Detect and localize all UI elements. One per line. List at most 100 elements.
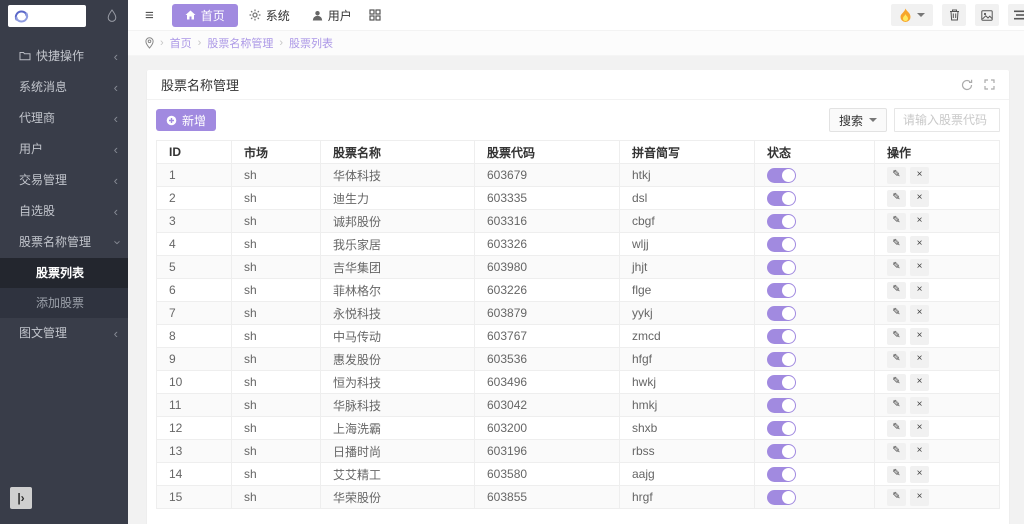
search-input[interactable]	[894, 108, 1000, 132]
status-toggle[interactable]	[767, 283, 796, 298]
delete-button[interactable]: ×	[910, 351, 929, 368]
delete-button[interactable]: ×	[910, 443, 929, 460]
status-toggle[interactable]	[767, 375, 796, 390]
toggle-knob	[782, 468, 795, 481]
status-toggle[interactable]	[767, 352, 796, 367]
main-area: ≡ 首页 系统用户	[128, 0, 1024, 524]
add-button[interactable]: 新增	[156, 109, 216, 131]
sidebar-item-label: 代理商	[19, 111, 55, 125]
nav-item-label: 系统	[266, 7, 290, 24]
nav-item-2[interactable]: 用户	[301, 0, 363, 30]
cell-market: sh	[232, 394, 321, 417]
delete-button[interactable]: ×	[910, 466, 929, 483]
sidebar-item-7[interactable]: 图文管理‹	[0, 318, 128, 349]
sidebar-item-0[interactable]: 快捷操作‹	[0, 41, 128, 72]
apps-grid-icon[interactable]	[369, 9, 381, 21]
delete-button[interactable]: ×	[910, 282, 929, 299]
edit-button[interactable]: ✎	[887, 328, 906, 345]
status-toggle[interactable]	[767, 306, 796, 321]
edit-button[interactable]: ✎	[887, 397, 906, 414]
status-toggle[interactable]	[767, 398, 796, 413]
status-toggle[interactable]	[767, 421, 796, 436]
status-toggle[interactable]	[767, 168, 796, 183]
cell-market: sh	[232, 325, 321, 348]
cell-code: 603679	[475, 164, 620, 187]
cell-status	[755, 210, 875, 233]
theme-flame-button[interactable]	[891, 4, 933, 26]
add-button-label: 新增	[182, 112, 206, 129]
delete-button[interactable]: ×	[910, 328, 929, 345]
sidebar-item-1[interactable]: 系统消息‹	[0, 72, 128, 103]
card-title: 股票名称管理	[161, 75, 239, 94]
delete-button[interactable]: ×	[910, 489, 929, 506]
status-toggle[interactable]	[767, 444, 796, 459]
breadcrumb-link-1[interactable]: 股票名称管理	[207, 35, 273, 51]
cell-code: 603226	[475, 279, 620, 302]
breadcrumb-link-0[interactable]: 首页	[170, 35, 192, 51]
app-logo[interactable]	[8, 5, 86, 27]
delete-button[interactable]: ×	[910, 420, 929, 437]
breadcrumb-link-2[interactable]: 股票列表	[289, 35, 333, 51]
sidebar-item-2[interactable]: 代理商‹	[0, 103, 128, 134]
droplet-icon[interactable]	[107, 9, 117, 27]
refresh-icon[interactable]	[961, 79, 973, 91]
delete-button[interactable]: ×	[910, 374, 929, 391]
status-toggle[interactable]	[767, 490, 796, 505]
edit-button[interactable]: ✎	[887, 305, 906, 322]
edit-button[interactable]: ✎	[887, 351, 906, 368]
sidebar-logo-bar	[0, 0, 128, 32]
edit-button[interactable]: ✎	[887, 374, 906, 391]
hamburger-icon[interactable]: ≡	[145, 8, 154, 23]
edit-button[interactable]: ✎	[887, 190, 906, 207]
card-tools	[961, 79, 995, 91]
cell-pinyin: shxb	[620, 417, 755, 440]
edit-button[interactable]: ✎	[887, 282, 906, 299]
status-toggle[interactable]	[767, 260, 796, 275]
table-header-row: ID市场股票名称股票代码拼音简写状态操作	[157, 141, 1000, 164]
edit-button[interactable]: ✎	[887, 489, 906, 506]
status-toggle[interactable]	[767, 191, 796, 206]
sidebar-subitem-6-1[interactable]: 添加股票	[0, 288, 128, 318]
delete-button[interactable]: ×	[910, 190, 929, 207]
edit-button[interactable]: ✎	[887, 259, 906, 276]
sidebar-collapse-button[interactable]: |›	[10, 487, 32, 509]
delete-button[interactable]: ×	[910, 213, 929, 230]
sidebar-item-3[interactable]: 用户‹	[0, 134, 128, 165]
table-row: 5sh吉华集团603980jhjt✎×	[157, 256, 1000, 279]
fullscreen-icon[interactable]	[984, 79, 995, 90]
edit-button[interactable]: ✎	[887, 443, 906, 460]
delete-button[interactable]: ×	[910, 167, 929, 184]
cell-status	[755, 187, 875, 210]
edit-button[interactable]: ✎	[887, 420, 906, 437]
cell-name: 恒为科技	[321, 371, 475, 394]
card-body: 新增 搜索	[147, 100, 1009, 517]
status-toggle[interactable]	[767, 467, 796, 482]
sidebar-subitem-6-0[interactable]: 股票列表	[0, 258, 128, 288]
sidebar-item-6[interactable]: 股票名称管理‹	[0, 227, 128, 258]
edit-button[interactable]: ✎	[887, 213, 906, 230]
edit-button[interactable]: ✎	[887, 167, 906, 184]
edit-button[interactable]: ✎	[887, 466, 906, 483]
edit-button[interactable]: ✎	[887, 236, 906, 253]
delete-button[interactable]: ×	[910, 305, 929, 322]
cell-pinyin: htkj	[620, 164, 755, 187]
trash-button[interactable]	[942, 4, 966, 26]
log-list-button[interactable]	[1008, 4, 1024, 26]
nav-item-0[interactable]: 首页	[172, 4, 238, 27]
cell-status	[755, 233, 875, 256]
nav-item-1[interactable]: 系统	[238, 0, 301, 30]
sidebar-item-4[interactable]: 交易管理‹	[0, 165, 128, 196]
status-toggle[interactable]	[767, 329, 796, 344]
search-dropdown-button[interactable]: 搜索	[829, 108, 887, 132]
cell-pinyin: hmkj	[620, 394, 755, 417]
status-toggle[interactable]	[767, 214, 796, 229]
sidebar-item-5[interactable]: 自选股‹	[0, 196, 128, 227]
status-toggle[interactable]	[767, 237, 796, 252]
delete-button[interactable]: ×	[910, 259, 929, 276]
cell-operations: ✎×	[875, 187, 1000, 210]
delete-button[interactable]: ×	[910, 236, 929, 253]
cell-market: sh	[232, 371, 321, 394]
image-button[interactable]	[975, 4, 999, 26]
delete-button[interactable]: ×	[910, 397, 929, 414]
table-row: 8sh中马传动603767zmcd✎×	[157, 325, 1000, 348]
